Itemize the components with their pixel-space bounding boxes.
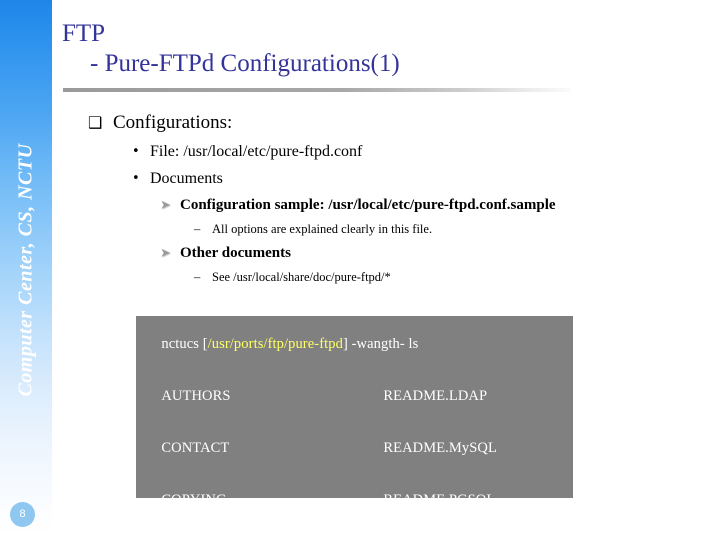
list-item-label: Other documents <box>180 245 291 261</box>
dash-bullet-icon: – <box>194 270 201 284</box>
terminal-screenshot: nctucs [/usr/ports/ftp/pure-ftpd] -wangt… <box>136 316 573 498</box>
terminal-file-name: CONTACT <box>161 440 230 457</box>
terminal-prompt-command: ] -wangth- ls <box>342 336 419 353</box>
terminal-prompt-line: nctucs [/usr/ports/ftp/pure-ftpd] -wangt… <box>139 319 573 371</box>
list-item: • Documents <box>88 166 688 191</box>
round-bullet-icon: • <box>132 171 140 186</box>
list-item-label: File: /usr/local/etc/pure-ftpd.conf <box>150 143 363 160</box>
arrow-bullet-icon: ➤ <box>160 246 171 261</box>
dash-bullet-icon: – <box>194 222 201 236</box>
terminal-file-name: README.MySQL <box>383 440 497 457</box>
list-item: ➤ Configuration sample: /usr/local/etc/p… <box>88 194 688 217</box>
sidebar-brand-label: Computer Center, CS, NCTU <box>14 143 37 397</box>
slide: Computer Center, CS, NCTU 8 FTP - Pure-F… <box>0 0 720 540</box>
terminal-listing-row: AUTHORS README.LDAP <box>139 371 573 423</box>
list-item-label: Configuration sample: /usr/local/etc/pur… <box>180 197 556 213</box>
square-bullet-icon: ❑ <box>88 113 103 132</box>
terminal-file-name: README.PGSQL <box>383 492 495 498</box>
terminal-listing-row: COPYINGREADME.PGSQL <box>139 475 573 498</box>
title-divider <box>63 88 571 92</box>
outline-heading: ❑ Configurations: <box>88 110 688 136</box>
page-title: FTP - Pure-FTPd Configurations(1) <box>62 19 662 79</box>
title-line-primary: FTP <box>62 20 106 47</box>
arrow-bullet-icon: ➤ <box>160 198 171 213</box>
slide-body: ❑ Configurations: • File: /usr/local/etc… <box>88 110 688 287</box>
list-item: ➤ Other documents <box>88 242 688 265</box>
page-number-badge: 8 <box>10 502 35 527</box>
sidebar: Computer Center, CS, NCTU 8 <box>0 0 52 540</box>
outline-heading-label: Configurations: <box>113 112 233 133</box>
list-item: – See /usr/local/share/doc/pure-ftpd/* <box>88 267 688 287</box>
list-item-label: Documents <box>150 170 223 187</box>
terminal-file-name: COPYING <box>161 492 383 498</box>
title-line-secondary: - Pure-FTPd Configurations(1) <box>90 50 400 77</box>
terminal-prompt-host: nctucs [ <box>161 336 208 353</box>
terminal-file-name: AUTHORS <box>161 388 231 405</box>
list-item-label: See /usr/local/share/doc/pure-ftpd/* <box>212 270 391 284</box>
round-bullet-icon: • <box>132 144 140 159</box>
terminal-listing-row: CONTACT README.MySQL <box>139 423 573 475</box>
terminal-prompt-path: /usr/ports/ftp/pure-ftpd <box>207 336 343 353</box>
list-item: • File: /usr/local/etc/pure-ftpd.conf <box>88 139 688 164</box>
list-item: – All options are explained clearly in t… <box>88 219 688 239</box>
terminal-file-name: README.LDAP <box>383 388 488 405</box>
list-item-label: All options are explained clearly in thi… <box>212 222 433 236</box>
